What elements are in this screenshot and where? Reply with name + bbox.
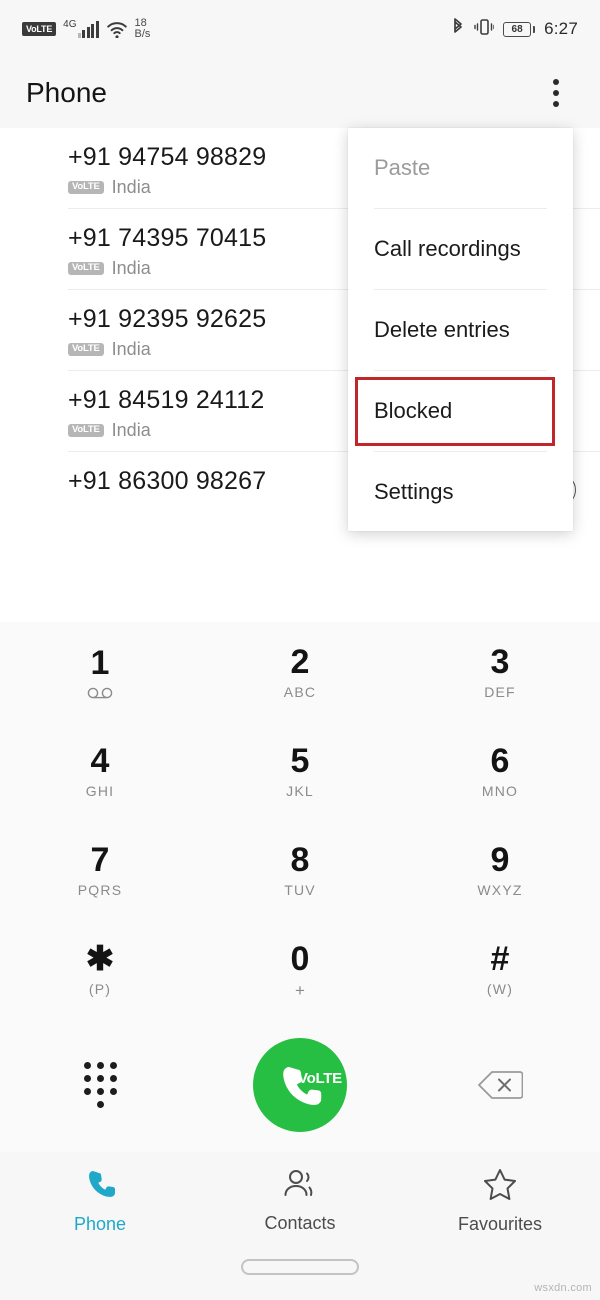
backspace-icon[interactable] bbox=[400, 1069, 600, 1101]
dial-key-2[interactable]: 2 ABC bbox=[200, 622, 400, 721]
dial-key-letters: PQRS bbox=[77, 881, 123, 898]
dial-key-3[interactable]: 3 DEF bbox=[400, 622, 600, 721]
battery-level-label: 68 bbox=[511, 23, 523, 35]
dial-key-1[interactable]: 1 bbox=[0, 622, 200, 721]
nav-tab-label: Phone bbox=[73, 1214, 127, 1234]
dial-key-0[interactable]: 0 + bbox=[200, 919, 400, 1018]
menu-item-settings[interactable]: Settings bbox=[348, 452, 573, 532]
dial-key-9[interactable]: 9 WXYZ bbox=[400, 820, 600, 919]
contacts-icon bbox=[282, 1168, 318, 1205]
app-bar: Phone bbox=[0, 58, 600, 128]
dial-key-letters: ABC bbox=[283, 683, 317, 700]
status-bar: VoLTE 4G 18 B/s 68 6:27 bbox=[0, 0, 600, 58]
dial-key-letters: WXYZ bbox=[477, 881, 523, 898]
dial-key-star[interactable]: ✱ (P) bbox=[0, 919, 200, 1018]
dial-key-letters: + bbox=[295, 980, 305, 1000]
dial-key-digit: 5 bbox=[290, 741, 310, 780]
menu-item-blocked[interactable]: Blocked bbox=[348, 371, 573, 451]
dial-key-digit: 2 bbox=[290, 642, 310, 681]
menu-item-paste[interactable]: Paste bbox=[348, 128, 573, 208]
dial-key-5[interactable]: 5 JKL bbox=[200, 721, 400, 820]
call-button-volte-label: VoLTE bbox=[298, 1070, 342, 1087]
battery-icon: 68 bbox=[503, 21, 536, 37]
star-icon bbox=[482, 1167, 518, 1206]
nav-tab-label: Contacts bbox=[264, 1213, 336, 1233]
dial-key-letters: GHI bbox=[85, 782, 115, 799]
status-bar-right: 68 6:27 bbox=[451, 17, 578, 42]
dial-key-digit: 0 bbox=[290, 939, 310, 978]
volte-badge-icon: VoLTE bbox=[68, 343, 104, 356]
volte-badge-icon: VoLTE bbox=[68, 181, 104, 194]
dial-key-hash[interactable]: # (W) bbox=[400, 919, 600, 1018]
volte-badge-icon: VoLTE bbox=[68, 424, 104, 437]
signal-bars-icon: 4G bbox=[63, 19, 99, 38]
dial-key-letters: DEF bbox=[484, 683, 516, 700]
dial-key-digit: 4 bbox=[90, 741, 110, 780]
network-type-label: 4G bbox=[63, 19, 77, 30]
dialpad: 1 2 ABC 3 DEF 4 GHI 5 JKL 6 MNO 7 PQRS 8… bbox=[0, 622, 600, 1152]
dial-key-7[interactable]: 7 PQRS bbox=[0, 820, 200, 919]
dial-key-digit: 9 bbox=[490, 840, 510, 879]
gesture-navigation-bar bbox=[0, 1250, 600, 1300]
dial-key-6[interactable]: 6 MNO bbox=[400, 721, 600, 820]
phone-app-screen: VoLTE 4G 18 B/s 68 6:27 Phone +91 94754 … bbox=[0, 0, 600, 1300]
dial-key-letters: TUV bbox=[284, 881, 316, 898]
nav-tab-favourites[interactable]: Favourites bbox=[400, 1152, 600, 1250]
call-log-location: India bbox=[111, 177, 151, 197]
voicemail-icon bbox=[87, 687, 113, 699]
dial-key-letters: JKL bbox=[286, 782, 314, 799]
dial-key-letters: (P) bbox=[88, 980, 112, 997]
data-speed-indicator: 18 B/s bbox=[135, 18, 151, 40]
bluetooth-icon bbox=[451, 17, 465, 42]
wifi-icon bbox=[106, 20, 128, 38]
dial-key-digit: 7 bbox=[90, 840, 110, 879]
dial-key-letters: (W) bbox=[486, 980, 514, 997]
keypad-dots-icon[interactable] bbox=[0, 1062, 200, 1108]
phone-icon bbox=[83, 1167, 117, 1206]
dial-key-4[interactable]: 4 GHI bbox=[0, 721, 200, 820]
dial-key-digit: 6 bbox=[490, 741, 510, 780]
volte-badge-icon: VoLTE bbox=[68, 262, 104, 275]
kebab-menu-icon[interactable] bbox=[538, 75, 574, 111]
data-speed-unit: B/s bbox=[134, 28, 151, 40]
menu-item-delete-entries[interactable]: Delete entries bbox=[348, 290, 573, 370]
dial-key-digit: 8 bbox=[290, 840, 310, 879]
overflow-menu[interactable]: Paste Call recordings Delete entries Blo… bbox=[348, 128, 573, 531]
dial-key-digit: 1 bbox=[90, 643, 110, 682]
dialpad-action-row: VoLTE bbox=[0, 1018, 600, 1152]
vibrate-icon bbox=[474, 17, 495, 42]
dialpad-grid: 1 2 ABC 3 DEF 4 GHI 5 JKL 6 MNO 7 PQRS 8… bbox=[0, 622, 600, 1018]
status-bar-clock: 6:27 bbox=[544, 19, 578, 38]
page-title: Phone bbox=[26, 77, 107, 108]
nav-tab-label: Favourites bbox=[457, 1214, 543, 1234]
dial-key-digit: 3 bbox=[490, 642, 510, 681]
dial-key-digit: # bbox=[490, 939, 510, 978]
volte-icon: VoLTE bbox=[22, 22, 57, 36]
call-log-location: India bbox=[111, 420, 151, 440]
nav-tab-contacts[interactable]: Contacts bbox=[200, 1152, 400, 1250]
call-log-location: India bbox=[111, 339, 151, 359]
dial-key-8[interactable]: 8 TUV bbox=[200, 820, 400, 919]
menu-item-call-recordings[interactable]: Call recordings bbox=[348, 209, 573, 289]
dial-key-letters: MNO bbox=[481, 782, 519, 799]
dial-key-digit: ✱ bbox=[85, 939, 115, 978]
status-bar-left: VoLTE 4G 18 B/s bbox=[22, 18, 451, 40]
watermark-label: wsxdn.com bbox=[534, 1282, 592, 1294]
signal-strength-bars bbox=[77, 21, 99, 38]
bottom-navigation: Phone Contacts Favourites bbox=[0, 1152, 600, 1250]
call-log-location: India bbox=[111, 258, 151, 278]
home-indicator-pill[interactable] bbox=[241, 1259, 359, 1275]
call-button[interactable]: VoLTE bbox=[200, 1038, 400, 1132]
nav-tab-phone[interactable]: Phone bbox=[0, 1152, 200, 1250]
